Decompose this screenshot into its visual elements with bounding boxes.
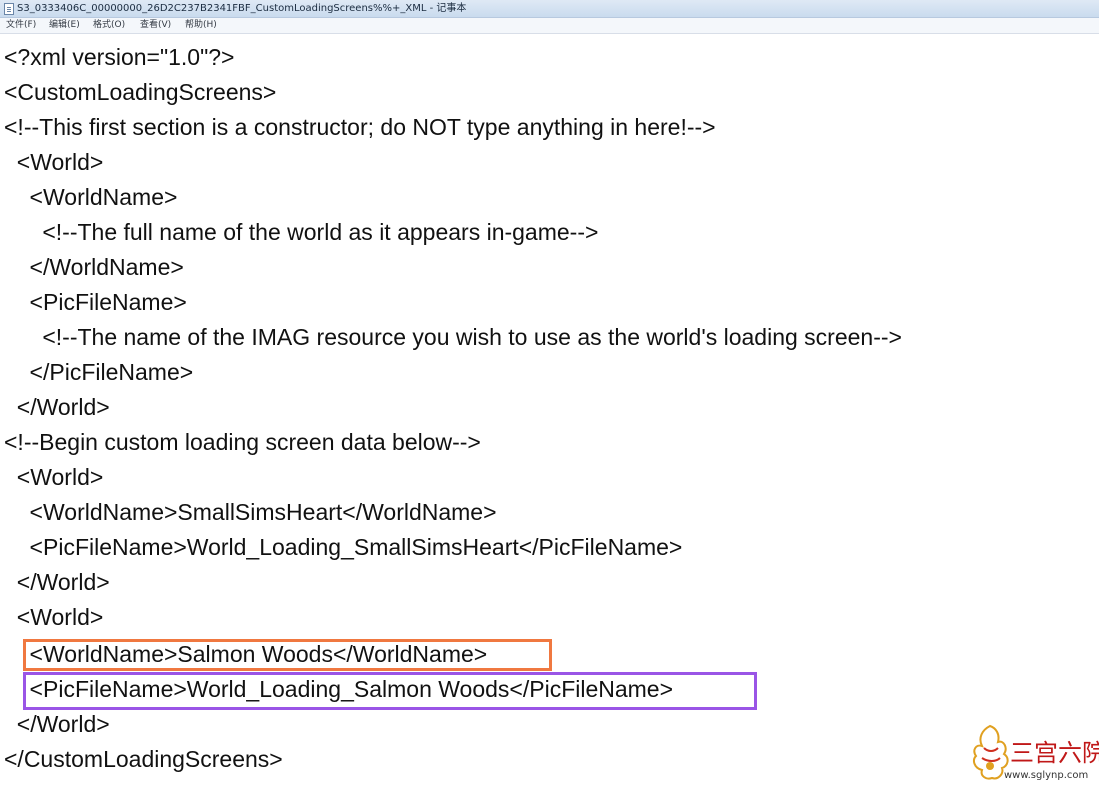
menu-help[interactable]: 帮助(H) — [185, 19, 217, 32]
site-watermark: 三宫六院 www.sglynp.com — [968, 720, 1099, 790]
xml-line: </World> — [4, 394, 110, 420]
notepad-window: S3_0333406C_00000000_26D2C237B2341FBF_Cu… — [0, 0, 1099, 793]
xml-line: <WorldName>SmallSimsHeart</WorldName> — [4, 499, 497, 525]
xml-line: <!--This first section is a constructor;… — [4, 114, 716, 140]
text-editor-area[interactable]: <?xml version="1.0"?> <CustomLoadingScre… — [0, 34, 1099, 793]
orange-highlight-box — [23, 639, 552, 671]
menu-view[interactable]: 查看(V) — [140, 19, 171, 32]
xml-line: <PicFileName> — [4, 289, 187, 315]
xml-line: </WorldName> — [4, 254, 184, 280]
xml-line: <!--Begin custom loading screen data bel… — [4, 429, 481, 455]
menu-format[interactable]: 格式(O) — [93, 19, 125, 32]
xml-line: <!--The name of the IMAG resource you wi… — [4, 324, 902, 350]
xml-line: <PicFileName>World_Loading_SmallSimsHear… — [4, 534, 683, 560]
menu-bar: 文件(F) 编辑(E) 格式(O) 查看(V) 帮助(H) — [0, 18, 1099, 34]
watermark-url: www.sglynp.com — [1004, 770, 1089, 781]
xml-line: </World> — [4, 569, 110, 595]
xml-line-declaration: <?xml version="1.0"?> — [4, 44, 235, 70]
xml-line: <WorldName> — [4, 184, 178, 210]
xml-line: <World> — [4, 149, 104, 175]
xml-line: </World> — [4, 711, 110, 737]
watermark-text: 三宫六院 — [1010, 739, 1099, 767]
xml-line: <CustomLoadingScreens> — [4, 79, 277, 105]
notepad-icon — [4, 3, 14, 15]
title-bar[interactable]: S3_0333406C_00000000_26D2C237B2341FBF_Cu… — [0, 0, 1099, 18]
menu-edit[interactable]: 编辑(E) — [49, 19, 80, 32]
xml-line: <World> — [4, 604, 104, 630]
window-title: S3_0333406C_00000000_26D2C237B2341FBF_Cu… — [17, 3, 467, 14]
menu-file[interactable]: 文件(F) — [6, 19, 36, 32]
purple-highlight-box — [23, 672, 757, 710]
xml-line: <!--The full name of the world as it app… — [4, 219, 599, 245]
xml-line: <World> — [4, 464, 104, 490]
xml-line: </CustomLoadingScreens> — [4, 746, 283, 772]
xml-line: </PicFileName> — [4, 359, 194, 385]
